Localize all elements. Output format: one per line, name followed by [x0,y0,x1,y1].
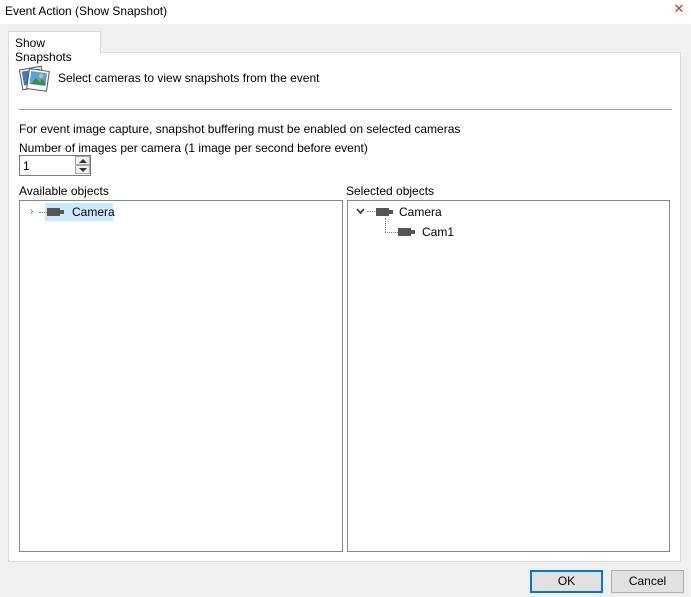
tree-connector [385,232,398,233]
arrow-up-icon [79,159,87,163]
arrow-down-icon [79,168,87,172]
spin-down-button[interactable] [75,165,90,174]
tree-connector [367,211,375,212]
tree-item-camera-selected[interactable]: Camera [376,203,456,221]
snapshot-icon [19,65,50,92]
images-per-camera-input[interactable] [23,159,73,173]
selected-objects-label: Selected objects [346,184,435,198]
tree-item-cam1[interactable]: Cam1 [398,223,458,241]
tree-item-camera-available[interactable]: Camera [45,203,115,221]
chevron-right-icon[interactable]: › [30,207,39,217]
chevron-down-icon[interactable] [356,207,365,216]
title-bar: Event Action (Show Snapshot) ✕ [0,0,691,24]
window-title: Event Action (Show Snapshot) [5,4,168,18]
header-text: Select cameras to view snapshots from th… [58,71,320,85]
cancel-button[interactable]: Cancel [611,570,684,593]
spin-up-button[interactable] [75,156,90,165]
selected-objects-list[interactable] [347,200,670,552]
tab-show-snapshots[interactable]: Show Snapshots [8,31,101,64]
ok-button[interactable]: OK [530,570,603,593]
tab-label: Show Snapshots [15,36,72,64]
tree-connector [385,218,386,232]
info-text: For event image capture, snapshot buffer… [19,122,461,136]
separator [19,109,672,110]
images-per-camera-spinner[interactable] [19,155,91,176]
images-per-camera-label: Number of images per camera (1 image per… [19,141,368,155]
available-objects-list[interactable] [19,200,343,552]
available-objects-label: Available objects [19,184,109,198]
close-icon[interactable]: ✕ [672,3,686,17]
